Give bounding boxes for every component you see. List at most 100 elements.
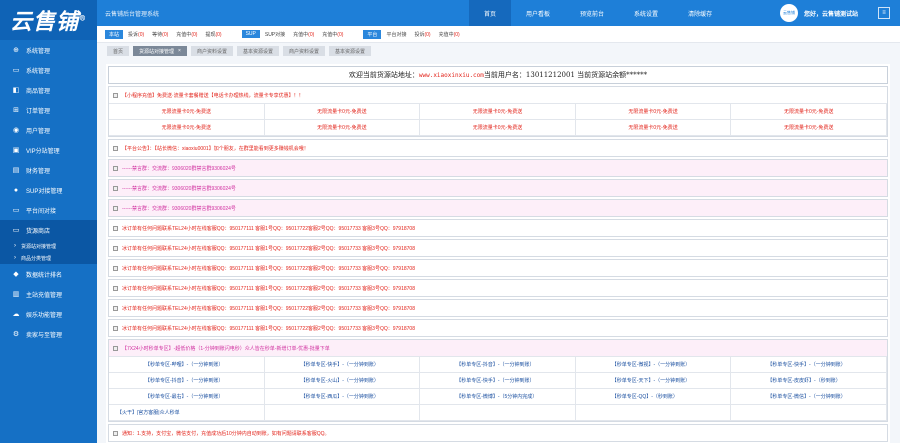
link-cell[interactable]: 【秒单专区-快手】-（一分钟到账） [731, 357, 887, 373]
nav-item[interactable]: 系统设置 [619, 0, 673, 26]
expand-icon[interactable] [113, 245, 118, 251]
user-info[interactable]: 云售铺 您好，云售铺测试站 [779, 4, 858, 22]
tab-label: 基本资源设置 [242, 48, 273, 55]
status-link[interactable]: 充值中(0) [439, 31, 460, 38]
sidebar-subitem[interactable]: 商品分类管理 [0, 252, 97, 264]
expand-icon[interactable] [113, 345, 118, 351]
link-cell[interactable]: 无限流量卡0元-免费送 [575, 104, 732, 120]
page-tab[interactable]: 首页 [107, 46, 130, 56]
notice-title: 冰订单有任何问题联系TEL24小时在线客服QQ：950177111 客服1号QQ… [109, 280, 887, 296]
sidebar-item[interactable]: ▭ 平台间对接 [0, 200, 97, 220]
status-link[interactable]: 提现(0) [205, 31, 221, 38]
link-cell[interactable]: 【火干】|官方客服|众人秒单 [109, 405, 265, 421]
page-tab[interactable]: 基本资源设置 [236, 46, 279, 56]
sidebar-item[interactable]: ⊞ 订单管理 [0, 100, 97, 120]
expand-icon[interactable] [113, 430, 118, 436]
link-cell[interactable]: 无限流量卡0元-免费送 [109, 104, 265, 120]
link-cell[interactable]: 无限流量卡0元-免费送 [264, 104, 421, 120]
expand-icon[interactable] [113, 165, 118, 171]
nav-item[interactable]: 预览前台 [565, 0, 619, 26]
link-cell[interactable]: 【秒单专区-抖音】-（一分钟到账） [109, 373, 265, 389]
expand-icon[interactable] [113, 265, 118, 271]
link-cell[interactable]: 无限流量卡0元-免费送 [731, 120, 887, 136]
link-cell[interactable]: 【秒单专区-皮皮虾】-（秒到账） [731, 373, 887, 389]
page-tab[interactable]: 商户资料设置 [282, 46, 325, 56]
page-tab[interactable]: 货源站对接管理 × [133, 46, 187, 56]
map-pin-icon: ◉ [12, 127, 20, 134]
sidebar-item[interactable]: ▣ VIP分站管理 [0, 140, 97, 160]
link-cell[interactable]: 【秒单专区-哔哩】-（一分钟到账） [109, 357, 265, 373]
sidebar-item-label: 用户管理 [26, 128, 51, 135]
link-cell[interactable]: 【秒单专区-火山】-（一分钟到账） [264, 373, 421, 389]
sidebar-item[interactable]: ◧ 商品管理 [0, 80, 97, 100]
sidebar-item-label: 货源商店 [26, 228, 51, 235]
link-cell[interactable]: 无限流量卡0元-免费送 [420, 104, 576, 120]
sidebar-item[interactable]: ▥ 主站充值管理 [0, 284, 97, 304]
link-cell[interactable]: 【秒单专区-快手】-（一分钟到账） [264, 357, 421, 373]
link-cell[interactable]: 无限流量卡0元-免费送 [109, 120, 265, 136]
page-tab[interactable]: 基本资源设置 [329, 46, 372, 56]
sidebar-item[interactable]: ⚙ 卖家与至管理 [0, 324, 97, 344]
status-link[interactable]: 平台对接 [386, 31, 406, 38]
status-link[interactable]: 充值中(0) [293, 31, 314, 38]
link-cell[interactable]: 无限流量卡0元-免费送 [731, 104, 887, 120]
status-link[interactable]: 充值中(0) [322, 31, 343, 38]
notice-title: 冰订单有任何问题联系TEL24小时在线客服QQ：950177111 客服1号QQ… [109, 240, 887, 256]
expand-icon[interactable] [113, 305, 118, 311]
close-icon[interactable]: × [178, 48, 181, 54]
link-cell[interactable]: 【秒单专区-微信】-（一分钟到账） [731, 389, 887, 405]
notice-title: 冰订单有任何问题联系TEL24小时在线客服QQ：950177111 客服1号QQ… [109, 300, 887, 316]
notice-panels: 【小程序充值】免费送·流量卡套餐赠送【电话卡办理热线，流量卡专享优惠】！！ 无限流… [106, 86, 890, 442]
notice-panel: 冰订单有任何问题联系TEL24小时在线客服QQ：950177111 客服1号QQ… [108, 239, 888, 257]
link-cell[interactable]: 【秒单专区-QQ】-（秒到账） [575, 389, 732, 405]
status-link[interactable]: 投诉(0) [128, 31, 144, 38]
notice-panel: 冰订单有任何问题联系TEL24小时在线客服QQ：950177111 客服1号QQ… [108, 279, 888, 297]
nav-item[interactable]: 清除缓存 [673, 0, 727, 26]
expand-icon[interactable] [113, 145, 118, 151]
nav-item[interactable]: 用户看板 [511, 0, 565, 26]
sidebar-item[interactable]: ▤ 财务管理 [0, 160, 97, 180]
notice-title-text: 冰订单有任何问题联系TEL24小时在线客服QQ：950177111 客服1号QQ… [122, 325, 415, 332]
expand-icon[interactable] [113, 185, 118, 191]
expand-icon[interactable] [113, 92, 118, 98]
notice-title-text: 冰订单有任何问题联系TEL24小时在线客服QQ：950177111 客服1号QQ… [122, 245, 415, 252]
link-cell[interactable]: 【秒单专区-最右】-（一分钟到账） [109, 389, 265, 405]
link-cell[interactable]: 无限流量卡0元-免费送 [420, 120, 576, 136]
nav-item[interactable]: 首页 [469, 0, 512, 26]
status-label: 平台对接 [386, 31, 407, 38]
link-cell[interactable]: 【秒单专区-快手】-（一分钟到账） [420, 373, 576, 389]
sidebar-item[interactable]: ● SUP对接管理 [0, 180, 97, 200]
sidebar-item[interactable]: ☁ 娱乐功能管理 [0, 304, 97, 324]
sidebar-item[interactable]: ▭ 货源商店 [0, 220, 97, 240]
sidebar-item[interactable]: ◆ 数据统计排名 [0, 264, 97, 284]
sidebar-subitem[interactable]: 货源站对接管理 [0, 240, 97, 252]
expand-icon[interactable] [113, 325, 118, 331]
sidebar-item[interactable]: ◉ 用户管理 [0, 120, 97, 140]
status-link[interactable]: 充值中(0) [176, 31, 197, 38]
platform-icon: ▭ [12, 207, 20, 214]
expand-icon[interactable] [113, 225, 118, 231]
avatar[interactable]: 云售铺 [779, 4, 798, 22]
welcome-domain[interactable]: www.xiaoxinxiu.com [419, 72, 484, 79]
link-cell [731, 405, 887, 421]
expand-icon[interactable] [113, 205, 118, 211]
link-cell[interactable]: 【秒单专区-抖音】-（一分钟到账） [420, 357, 576, 373]
logo[interactable]: 云售铺® [0, 0, 97, 40]
menu-toggle-icon[interactable]: ≡ [878, 7, 890, 19]
sidebar-item[interactable]: ⊕ 系统管理 [0, 40, 97, 60]
link-cell[interactable]: 【秒单专区-微视】-（一分钟到账） [575, 357, 732, 373]
status-link[interactable]: SUP对接 [265, 31, 285, 38]
link-cell[interactable]: 无限流量卡0元-免费送 [264, 120, 421, 136]
tab-label: 首页 [113, 48, 124, 55]
link-cell[interactable]: 【秒单专区-微博】-（5分钟内完成） [420, 389, 576, 405]
status-link[interactable]: 投诉(0) [414, 31, 430, 38]
page-tab[interactable]: 商户资料设置 [190, 46, 233, 56]
expand-icon[interactable] [113, 285, 118, 291]
link-cell[interactable]: 【秒单专区-西瓜】-（一分钟到账） [264, 389, 421, 405]
status-link[interactable]: 等待(0) [152, 31, 168, 38]
link-cell[interactable]: 【秒单专区-天下】-（一分钟到账） [575, 373, 732, 389]
link-cell[interactable]: 无限流量卡0元-免费送 [575, 120, 732, 136]
sidebar-item[interactable]: ▭ 系统管理 [0, 60, 97, 80]
tab-label: 基本资源设置 [335, 48, 366, 55]
notice-title-text: 【平台公告】：【站长微信：xiaoxiu0001】加个朋友，在群里能看到更多赚钱… [122, 145, 309, 152]
